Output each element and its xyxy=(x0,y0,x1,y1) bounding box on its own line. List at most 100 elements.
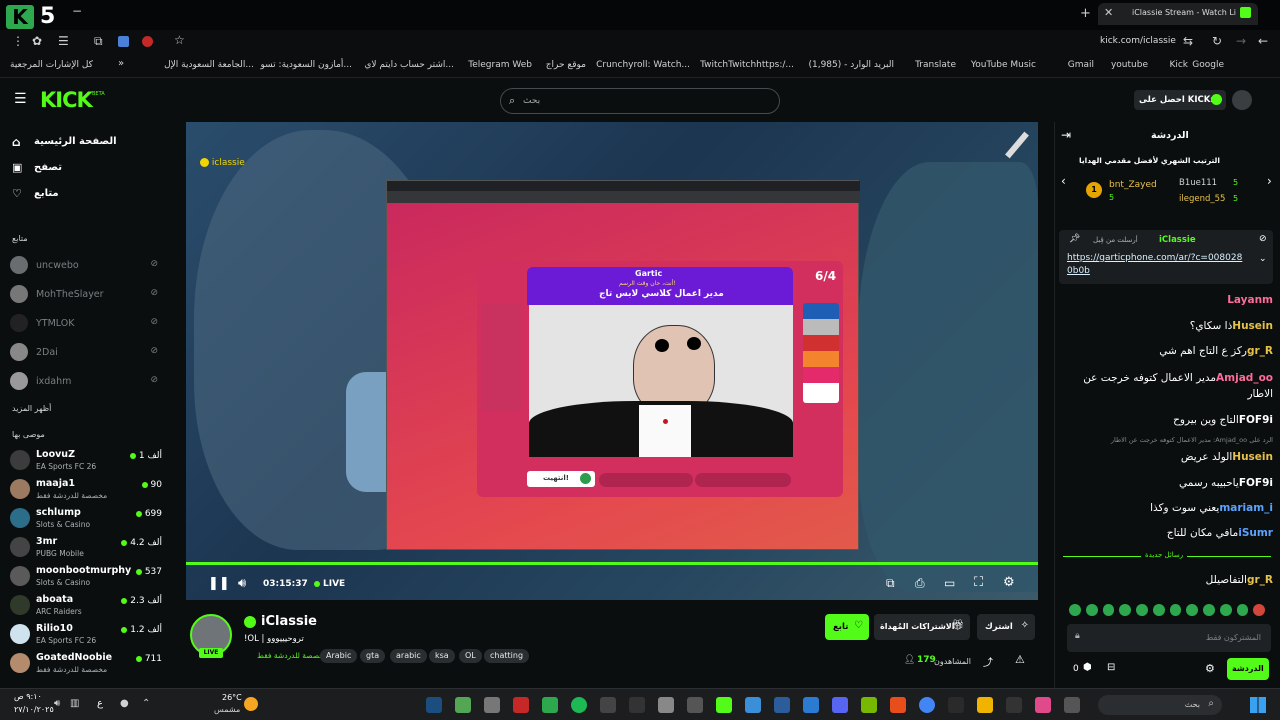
volume-icon[interactable]: 🔊︎ xyxy=(238,576,246,591)
theater-mode-icon[interactable]: ▭ xyxy=(944,576,955,590)
chat-username[interactable]: Husein xyxy=(1232,320,1273,332)
discord-icon[interactable] xyxy=(832,697,848,713)
nav-following[interactable]: متابع ♡ xyxy=(12,187,162,208)
emote-icon[interactable] xyxy=(1203,604,1215,616)
emote-icon[interactable] xyxy=(1085,604,1098,616)
close-tab-icon[interactable]: ✕ xyxy=(1104,6,1113,19)
bookmark-inbox[interactable]: البريد الوارد - (1,985) xyxy=(808,60,894,70)
tab-active[interactable]: ✕ iClassie Stream - Watch Live xyxy=(1098,3,1258,25)
emote-icon[interactable] xyxy=(1186,604,1198,616)
app-icon[interactable] xyxy=(600,697,616,713)
screenshot-icon[interactable]: ⧉ xyxy=(94,34,103,49)
chat-username[interactable]: FOF9i xyxy=(1239,414,1273,426)
app-icon[interactable] xyxy=(484,697,500,713)
minimize-icon[interactable]: − xyxy=(72,4,82,18)
recommended-item[interactable]: schlump Slots & Casino 699 xyxy=(10,506,162,534)
app-icon[interactable] xyxy=(1035,697,1051,713)
emote-icon[interactable] xyxy=(1152,604,1165,616)
show-more-link[interactable]: أظهر المزيد xyxy=(12,404,51,413)
chevron-more-icon[interactable]: » xyxy=(118,58,124,69)
chat-username[interactable]: gr_R xyxy=(1247,574,1273,586)
send-chat-button[interactable]: الدردشة xyxy=(1227,658,1269,680)
bookmark-account[interactable]: اشتر حساب دايتم لاي... xyxy=(364,60,454,70)
app-icon[interactable] xyxy=(977,697,993,713)
subscribe-button[interactable]: اشترك ✧ xyxy=(977,614,1035,640)
network-icon[interactable]: ▥ xyxy=(70,698,79,709)
tag-arabic[interactable]: Arabic xyxy=(320,649,358,663)
search-input[interactable]: ⌕ بحث xyxy=(500,88,780,114)
url-field[interactable]: kick.com/iclassie xyxy=(1100,36,1176,46)
emote-icon[interactable] xyxy=(1069,604,1081,616)
reload-icon[interactable]: ↻ xyxy=(1212,34,1222,48)
chevron-left-icon[interactable]: ‹ xyxy=(1061,174,1066,188)
recommended-item[interactable]: Rilio10 EA Sports FC 26 1.2 ألف xyxy=(10,622,162,650)
recommended-item[interactable]: 3mr PUBG Mobile 4.2 ألف xyxy=(10,535,162,563)
settings-gear-icon[interactable]: ⚙ xyxy=(1003,575,1015,590)
chat-username[interactable]: Layanm xyxy=(1227,294,1273,306)
app-icon[interactable] xyxy=(455,697,471,713)
bookmark-crunchyroll[interactable]: Crunchyroll: Watch... xyxy=(596,60,690,70)
app-icon[interactable] xyxy=(861,697,877,713)
chat-username[interactable]: Amjad_oo xyxy=(1216,372,1273,384)
tag-ol[interactable]: OL xyxy=(459,649,482,663)
emote-icon[interactable] xyxy=(1219,604,1232,616)
kick-app-icon[interactable] xyxy=(716,697,732,713)
emote-icon[interactable] xyxy=(1236,604,1249,616)
chevron-right-icon[interactable]: › xyxy=(1267,174,1272,188)
bookmark-star-icon[interactable]: ☆ xyxy=(174,33,185,47)
tray-chevron-icon[interactable]: ⌃ xyxy=(142,698,150,709)
chat-settings-gear-icon[interactable]: ⚙ xyxy=(1205,662,1215,675)
mic-icon[interactable]: ● xyxy=(120,698,129,709)
start-windows-icon[interactable] xyxy=(1250,697,1266,713)
hamburger-menu-icon[interactable]: ☰ xyxy=(14,91,27,107)
kick-logo[interactable]: KICK xyxy=(40,88,93,112)
chevron-down-icon[interactable]: ⌄ xyxy=(1259,254,1267,264)
adblock-icon[interactable] xyxy=(142,36,153,47)
tune-icon[interactable]: ⇆ xyxy=(1183,34,1193,48)
following-item[interactable]: 2Dai ⊘ xyxy=(10,343,162,363)
nav-browse[interactable]: تصفح ▣ xyxy=(12,161,162,182)
avatar[interactable] xyxy=(1232,90,1252,110)
bookmark-telegram[interactable]: Telegram Web xyxy=(468,60,532,70)
forward-icon[interactable]: → xyxy=(1236,34,1246,48)
app-icon[interactable] xyxy=(774,697,790,713)
bookmark-youtube-music[interactable]: YouTube Music xyxy=(971,60,1036,70)
steam-icon[interactable] xyxy=(426,697,442,713)
bookmark-university[interactable]: الجامعة السعودية الإل... xyxy=(164,60,254,70)
epic-icon[interactable] xyxy=(948,697,964,713)
bookmark-all[interactable]: كل الإشارات المرجعية xyxy=(10,60,93,70)
follow-button[interactable]: تابع ♡ xyxy=(825,614,869,640)
recommended-item[interactable]: aboata ARC Raiders 2.3 ألف xyxy=(10,593,162,621)
report-icon[interactable]: ⚠ xyxy=(1015,653,1025,666)
recommended-item[interactable]: LoovuZ EA Sports FC 26 1 ألف xyxy=(10,448,162,476)
nav-home[interactable]: الصفحة الرئيسية ⌂ xyxy=(12,135,162,156)
pinned-link[interactable]: https://garticphone.com/ar/?c=0080280b0b xyxy=(1067,252,1247,278)
recommended-item[interactable]: maaja1 مخصصة للدردشة فقط 90 xyxy=(10,477,162,505)
share-icon[interactable]: ⤴ xyxy=(983,654,993,669)
tag-chatting[interactable]: chatting xyxy=(484,649,530,663)
bookmark-translate[interactable]: Translate xyxy=(915,60,956,70)
taskbar-search[interactable]: بحث ⌕ xyxy=(1098,695,1222,715)
bookmark-twitch[interactable]: TwitchTwitchhttps:/... xyxy=(700,60,794,70)
translate-icon[interactable] xyxy=(118,36,129,47)
app-icon[interactable] xyxy=(890,697,906,713)
recommended-item[interactable]: GoatedNoobie مخصصة للدردشة فقط 711 xyxy=(10,651,162,679)
get-kicks-button[interactable]: احصل على KICKs xyxy=(1134,90,1226,110)
app-icon[interactable] xyxy=(513,697,529,713)
speaker-icon[interactable]: 🔊︎ xyxy=(54,698,60,709)
miniplayer-icon[interactable]: ⧉ xyxy=(886,576,895,591)
recommended-item[interactable]: moonbootmurphy Slots & Casino 537 xyxy=(10,564,162,592)
following-item[interactable]: YTMLOK ⊘ xyxy=(10,314,162,334)
clip-icon[interactable]: ⎙ xyxy=(915,576,925,591)
bookmark-youtube[interactable]: youtube xyxy=(1111,60,1148,70)
menu-dots-icon[interactable]: ⋮ xyxy=(12,34,24,48)
app-icon[interactable] xyxy=(629,697,645,713)
keyboard-lang[interactable]: ع xyxy=(97,698,103,709)
app-icon[interactable] xyxy=(658,697,674,713)
following-item[interactable]: MohTheSlayer ⊘ xyxy=(10,285,162,305)
file-explorer-icon[interactable] xyxy=(1064,697,1080,713)
chat-username[interactable]: Husein xyxy=(1232,451,1273,463)
video-player[interactable]: iclassie Gartic أنت، حان وقت الرسم! مدير… xyxy=(186,122,1038,600)
collapse-chat-icon[interactable]: ⇥ xyxy=(1061,128,1071,142)
extension-icon[interactable]: ✿ xyxy=(32,34,42,48)
